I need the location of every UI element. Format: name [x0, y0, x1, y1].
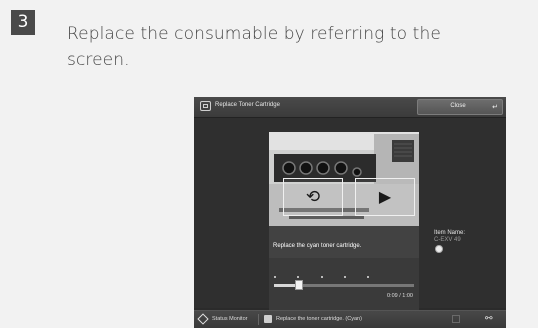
item-name-label: Item Name:: [434, 230, 466, 236]
playback-time: 0:09 / 1:00: [387, 293, 413, 299]
message-icon: [264, 315, 272, 323]
rotate-icon: ⟲: [305, 187, 321, 207]
status-bar: Status Monitor Replace the toner cartrid…: [194, 310, 506, 328]
step-instruction: Replace the consumable by referring to t…: [67, 24, 441, 70]
return-arrow-icon: ↵: [492, 103, 498, 111]
rewind-overlay-button[interactable]: ⟲: [283, 178, 343, 216]
item-name-value: C-EXV 49: [434, 237, 461, 243]
seek-area: 0:09 / 1:00: [269, 258, 419, 312]
seek-tick: [367, 276, 369, 278]
status-divider: [258, 314, 259, 325]
status-message: Replace the toner cartridge. (Cyan): [276, 316, 362, 322]
toner-color-indicator: [435, 245, 443, 253]
device-screen: Replace Toner Cartridge Close ↵ ⟲ ▶ Repl…: [194, 97, 506, 328]
screen-content: ⟲ ▶ Replace the cyan toner cartridge. It…: [194, 118, 506, 328]
seek-tick: [344, 276, 346, 278]
seek-tick: [274, 276, 276, 278]
close-button-label: Close: [450, 103, 466, 109]
status-square-icon: [452, 315, 460, 323]
screen-titlebar: Replace Toner Cartridge Close ↵: [194, 97, 506, 118]
network-icon[interactable]: ⚯: [485, 314, 496, 325]
replace-screen-icon: [200, 101, 211, 111]
play-overlay-button[interactable]: ▶: [355, 178, 415, 216]
instruction-video[interactable]: ⟲ ▶ Replace the cyan toner cartridge.: [269, 132, 419, 258]
play-icon: ▶: [378, 187, 392, 206]
seek-thumb[interactable]: [295, 280, 303, 290]
seek-tick: [321, 276, 323, 278]
step-number-badge: 3: [11, 10, 35, 35]
screen-title: Replace Toner Cartridge: [215, 102, 280, 108]
video-caption: Replace the cyan toner cartridge.: [273, 243, 362, 249]
seek-tick: [297, 276, 299, 278]
seek-bar-progress: [274, 284, 295, 287]
status-monitor-icon: [197, 313, 209, 325]
close-button[interactable]: Close ↵: [417, 99, 503, 115]
status-monitor-button[interactable]: Status Monitor: [212, 316, 247, 322]
caption-band: [269, 226, 419, 258]
